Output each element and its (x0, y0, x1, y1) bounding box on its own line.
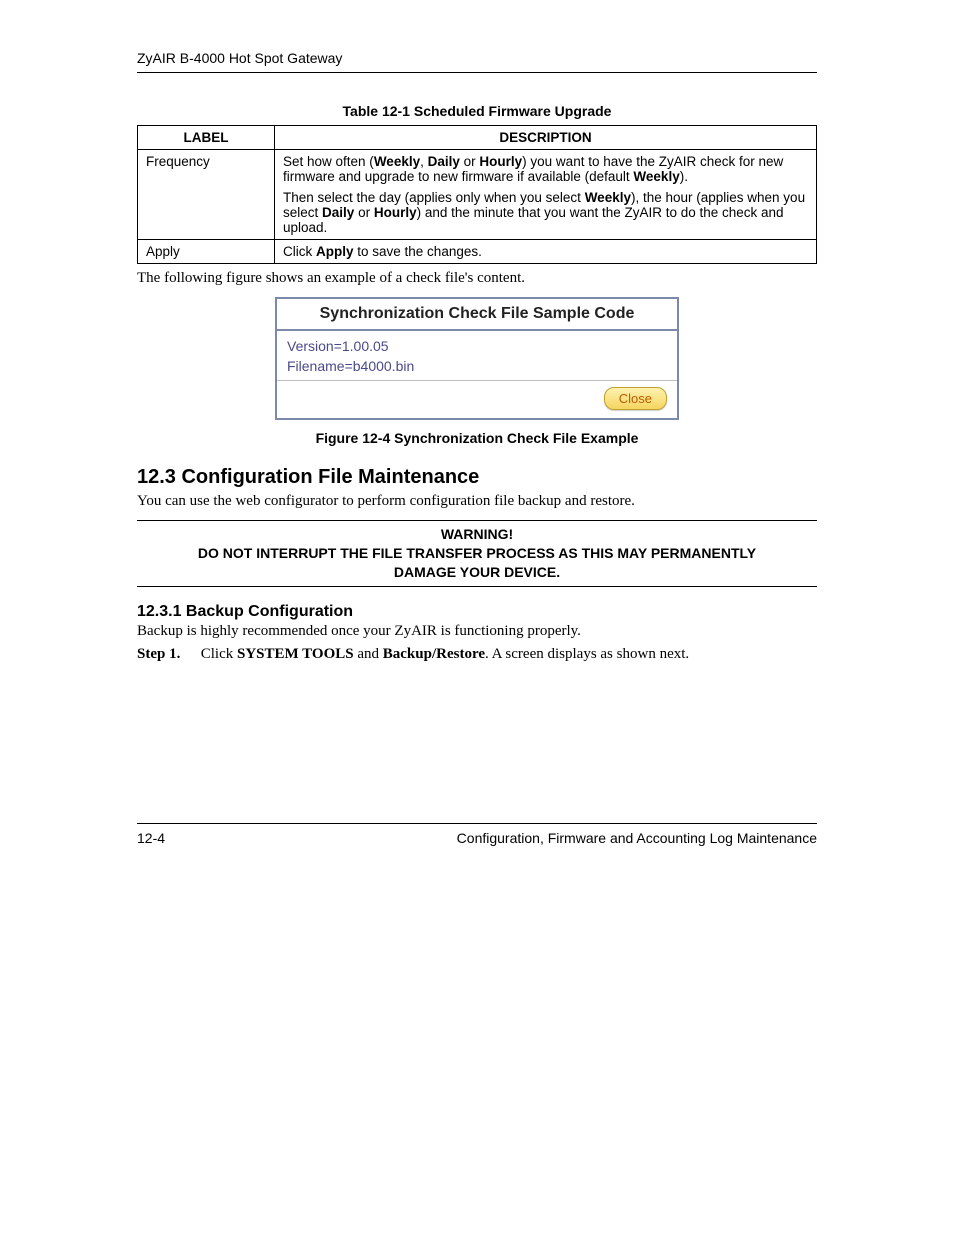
cell-label: Apply (138, 240, 275, 264)
subsection-paragraph: Backup is highly recommended once your Z… (137, 623, 817, 640)
firmware-upgrade-table: LABEL DESCRIPTION Frequency Set how ofte… (137, 125, 817, 264)
col-header-description: DESCRIPTION (275, 126, 817, 150)
page-header: ZyAIR B-4000 Hot Spot Gateway (137, 50, 817, 73)
col-header-label: LABEL (138, 126, 275, 150)
table-header-row: LABEL DESCRIPTION (138, 126, 817, 150)
document-page: ZyAIR B-4000 Hot Spot Gateway Table 12-1… (77, 0, 877, 886)
code-line: Version=1.00.05 (287, 337, 667, 357)
section-paragraph: You can use the web configurator to perf… (137, 493, 817, 510)
cell-label: Frequency (138, 150, 275, 240)
figure-title: Synchronization Check File Sample Code (277, 299, 677, 331)
desc-paragraph: Then select the day (applies only when y… (283, 190, 808, 235)
page-footer: 12-4 Configuration, Firmware and Account… (137, 823, 817, 846)
figure-content: Version=1.00.05 Filename=b4000.bin (277, 331, 677, 381)
desc-paragraph: Set how often (Weekly, Daily or Hourly) … (283, 154, 808, 184)
close-button[interactable]: Close (604, 387, 667, 410)
cell-description: Set how often (Weekly, Daily or Hourly) … (275, 150, 817, 240)
header-title: ZyAIR B-4000 Hot Spot Gateway (137, 50, 342, 66)
sync-check-figure: Synchronization Check File Sample Code V… (275, 297, 679, 420)
figure-caption: Figure 12-4 Synchronization Check File E… (137, 430, 817, 446)
step-text: Click SYSTEM TOOLS and Backup/Restore. A… (201, 646, 689, 662)
subsection-heading: 12.3.1 Backup Configuration (137, 603, 817, 621)
section-heading: 12.3 Configuration File Maintenance (137, 466, 817, 489)
code-line: Filename=b4000.bin (287, 357, 667, 377)
figure-button-row: Close (277, 381, 677, 418)
intro-paragraph: The following figure shows an example of… (137, 270, 817, 287)
table-row: Frequency Set how often (Weekly, Daily o… (138, 150, 817, 240)
warning-line: DO NOT INTERRUPT THE FILE TRANSFER PROCE… (177, 544, 777, 582)
warning-line: WARNING! (177, 525, 777, 544)
step-label: Step 1. (137, 646, 197, 663)
warning-block: WARNING! DO NOT INTERRUPT THE FILE TRANS… (137, 520, 817, 587)
cell-description: Click Apply to save the changes. (275, 240, 817, 264)
step-row: Step 1. Click SYSTEM TOOLS and Backup/Re… (137, 646, 817, 663)
footer-title: Configuration, Firmware and Accounting L… (457, 830, 817, 846)
table-row: Apply Click Apply to save the changes. (138, 240, 817, 264)
footer-page-number: 12-4 (137, 830, 165, 846)
table-caption: Table 12-1 Scheduled Firmware Upgrade (137, 103, 817, 119)
